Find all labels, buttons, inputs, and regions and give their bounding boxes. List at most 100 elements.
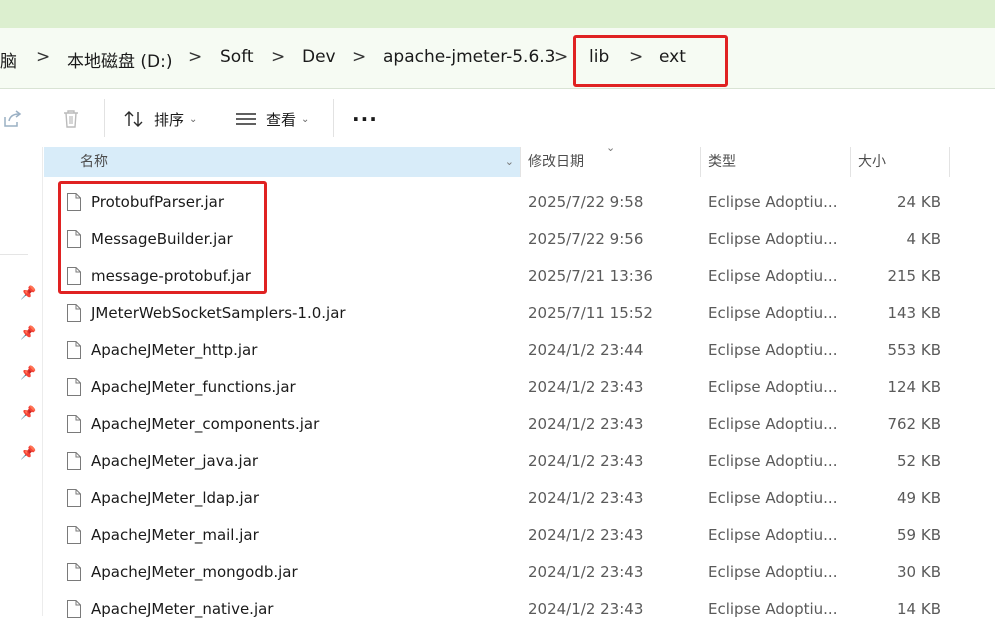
file-name: ApacheJMeter_mongodb.jar [91, 563, 298, 581]
file-type: Eclipse Adoptiu... [708, 193, 838, 211]
file-size: 762 KB [887, 415, 941, 433]
chevron-down-icon: ⌄ [189, 113, 198, 125]
chevron-down-icon: ⌄ [301, 113, 310, 125]
file-date: 2024/1/2 23:43 [528, 378, 644, 396]
file-type: Eclipse Adoptiu... [708, 415, 838, 433]
file-name: ApacheJMeter_java.jar [91, 452, 259, 470]
file-name: JMeterWebSocketSamplers-1.0.jar [91, 304, 346, 322]
file-size: 124 KB [887, 378, 941, 396]
file-type: Eclipse Adoptiu... [708, 563, 838, 581]
column-header-name[interactable]: 名称 ⌄ [44, 147, 520, 177]
share-icon[interactable] [2, 108, 24, 130]
file-size: 4 KB [906, 230, 941, 248]
breadcrumb-item-dev[interactable]: Dev [302, 47, 336, 67]
file-size: 30 KB [897, 563, 941, 581]
file-size: 59 KB [897, 526, 941, 544]
pin-icon[interactable]: 📌 [20, 406, 36, 421]
file-size: 553 KB [887, 341, 941, 359]
file-type: Eclipse Adoptiu... [708, 267, 838, 285]
file-name: ApacheJMeter_functions.jar [91, 378, 296, 396]
breadcrumb-item-jmeter[interactable]: apache-jmeter-5.6.3 [383, 47, 556, 67]
file-icon [67, 600, 81, 618]
column-header-type-label: 类型 [708, 154, 736, 170]
file-row[interactable]: ApacheJMeter_components.jar 2024/1/2 23:… [44, 406, 995, 443]
sort-button[interactable]: 排序 ⌄ [123, 108, 197, 130]
file-date: 2024/1/2 23:43 [528, 526, 644, 544]
file-row[interactable]: JMeterWebSocketSamplers-1.0.jar 2025/7/1… [44, 295, 995, 332]
breadcrumb-item-soft[interactable]: Soft [220, 47, 254, 67]
breadcrumb-item-drive-d[interactable]: 本地磁盘 (D:) [67, 47, 173, 72]
view-list-icon [235, 109, 257, 129]
file-type: Eclipse Adoptiu... [708, 230, 838, 248]
file-type: Eclipse Adoptiu... [708, 489, 838, 507]
window-title-band [0, 0, 995, 28]
breadcrumb-chevron-icon[interactable]: > [36, 47, 50, 67]
sort-label: 排序 [154, 110, 185, 129]
breadcrumb-highlight-box [573, 35, 728, 87]
file-icon [67, 452, 81, 470]
file-date: 2024/1/2 23:43 [528, 600, 644, 618]
pin-icon[interactable]: 📌 [20, 446, 36, 461]
column-header: 名称 ⌄ 修改日期 ⌄ 类型 大小 [44, 141, 995, 179]
navigation-pane[interactable] [0, 147, 43, 616]
file-name: ApacheJMeter_native.jar [91, 600, 274, 618]
file-size: 49 KB [897, 489, 941, 507]
sort-icon [123, 109, 145, 129]
sort-indicator-icon: ⌄ [606, 141, 616, 154]
trash-icon[interactable] [61, 108, 81, 130]
chevron-down-icon[interactable]: ⌄ [505, 147, 514, 177]
file-size: 14 KB [897, 600, 941, 618]
file-size: 215 KB [887, 267, 941, 285]
column-header-size[interactable]: 大小 [858, 147, 938, 177]
file-row[interactable]: ApacheJMeter_java.jar 2024/1/2 23:43 Ecl… [44, 443, 995, 480]
column-divider[interactable] [520, 147, 521, 177]
file-row[interactable]: ApacheJMeter_functions.jar 2024/1/2 23:4… [44, 369, 995, 406]
file-date: 2024/1/2 23:43 [528, 489, 644, 507]
file-date: 2024/1/2 23:43 [528, 415, 644, 433]
breadcrumb-chevron-icon[interactable]: > [554, 47, 568, 67]
file-size: 24 KB [897, 193, 941, 211]
file-row[interactable]: ApacheJMeter_ldap.jar 2024/1/2 23:43 Ecl… [44, 480, 995, 517]
breadcrumb-chevron-icon[interactable]: > [271, 47, 285, 67]
breadcrumb-item-this-pc[interactable]: 脑 [0, 47, 17, 72]
file-icon [67, 304, 81, 322]
file-size: 52 KB [897, 452, 941, 470]
selected-files-highlight-box [58, 181, 267, 294]
view-label: 查看 [266, 110, 297, 129]
column-divider[interactable] [850, 147, 851, 177]
file-name: ApacheJMeter_mail.jar [91, 526, 259, 544]
file-type: Eclipse Adoptiu... [708, 452, 838, 470]
breadcrumb-chevron-icon[interactable]: > [352, 47, 366, 67]
file-name: ApacheJMeter_http.jar [91, 341, 258, 359]
file-type: Eclipse Adoptiu... [708, 341, 838, 359]
file-type: Eclipse Adoptiu... [708, 304, 838, 322]
column-header-type[interactable]: 类型 [708, 147, 848, 177]
pin-icon[interactable]: 📌 [20, 366, 36, 381]
file-row[interactable]: ApacheJMeter_native.jar 2024/1/2 23:43 E… [44, 591, 995, 628]
breadcrumb-chevron-icon[interactable]: > [188, 47, 202, 67]
file-row[interactable]: ApacheJMeter_mail.jar 2024/1/2 23:43 Ecl… [44, 517, 995, 554]
file-icon [67, 341, 81, 359]
file-name: ApacheJMeter_components.jar [91, 415, 320, 433]
file-row[interactable]: ApacheJMeter_mongodb.jar 2024/1/2 23:43 … [44, 554, 995, 591]
file-name: ApacheJMeter_ldap.jar [91, 489, 260, 507]
toolbar-divider [333, 99, 334, 137]
column-divider[interactable] [949, 147, 950, 177]
more-options-button[interactable]: ··· [352, 107, 378, 131]
file-date: 2025/7/22 9:58 [528, 193, 644, 211]
file-date: 2024/1/2 23:43 [528, 563, 644, 581]
column-divider[interactable] [700, 147, 701, 177]
column-header-name-label: 名称 [80, 154, 108, 170]
view-button[interactable]: 查看 ⌄ [235, 108, 309, 130]
file-row[interactable]: ApacheJMeter_http.jar 2024/1/2 23:44 Ecl… [44, 332, 995, 369]
column-header-size-label: 大小 [858, 154, 886, 170]
file-type: Eclipse Adoptiu... [708, 526, 838, 544]
toolbar-divider [104, 99, 105, 137]
file-date: 2024/1/2 23:43 [528, 452, 644, 470]
file-date: 2025/7/21 13:36 [528, 267, 653, 285]
file-icon [67, 526, 81, 544]
column-header-date-label: 修改日期 [528, 154, 584, 170]
file-type: Eclipse Adoptiu... [708, 378, 838, 396]
pin-icon[interactable]: 📌 [20, 286, 36, 301]
pin-icon[interactable]: 📌 [20, 326, 36, 341]
